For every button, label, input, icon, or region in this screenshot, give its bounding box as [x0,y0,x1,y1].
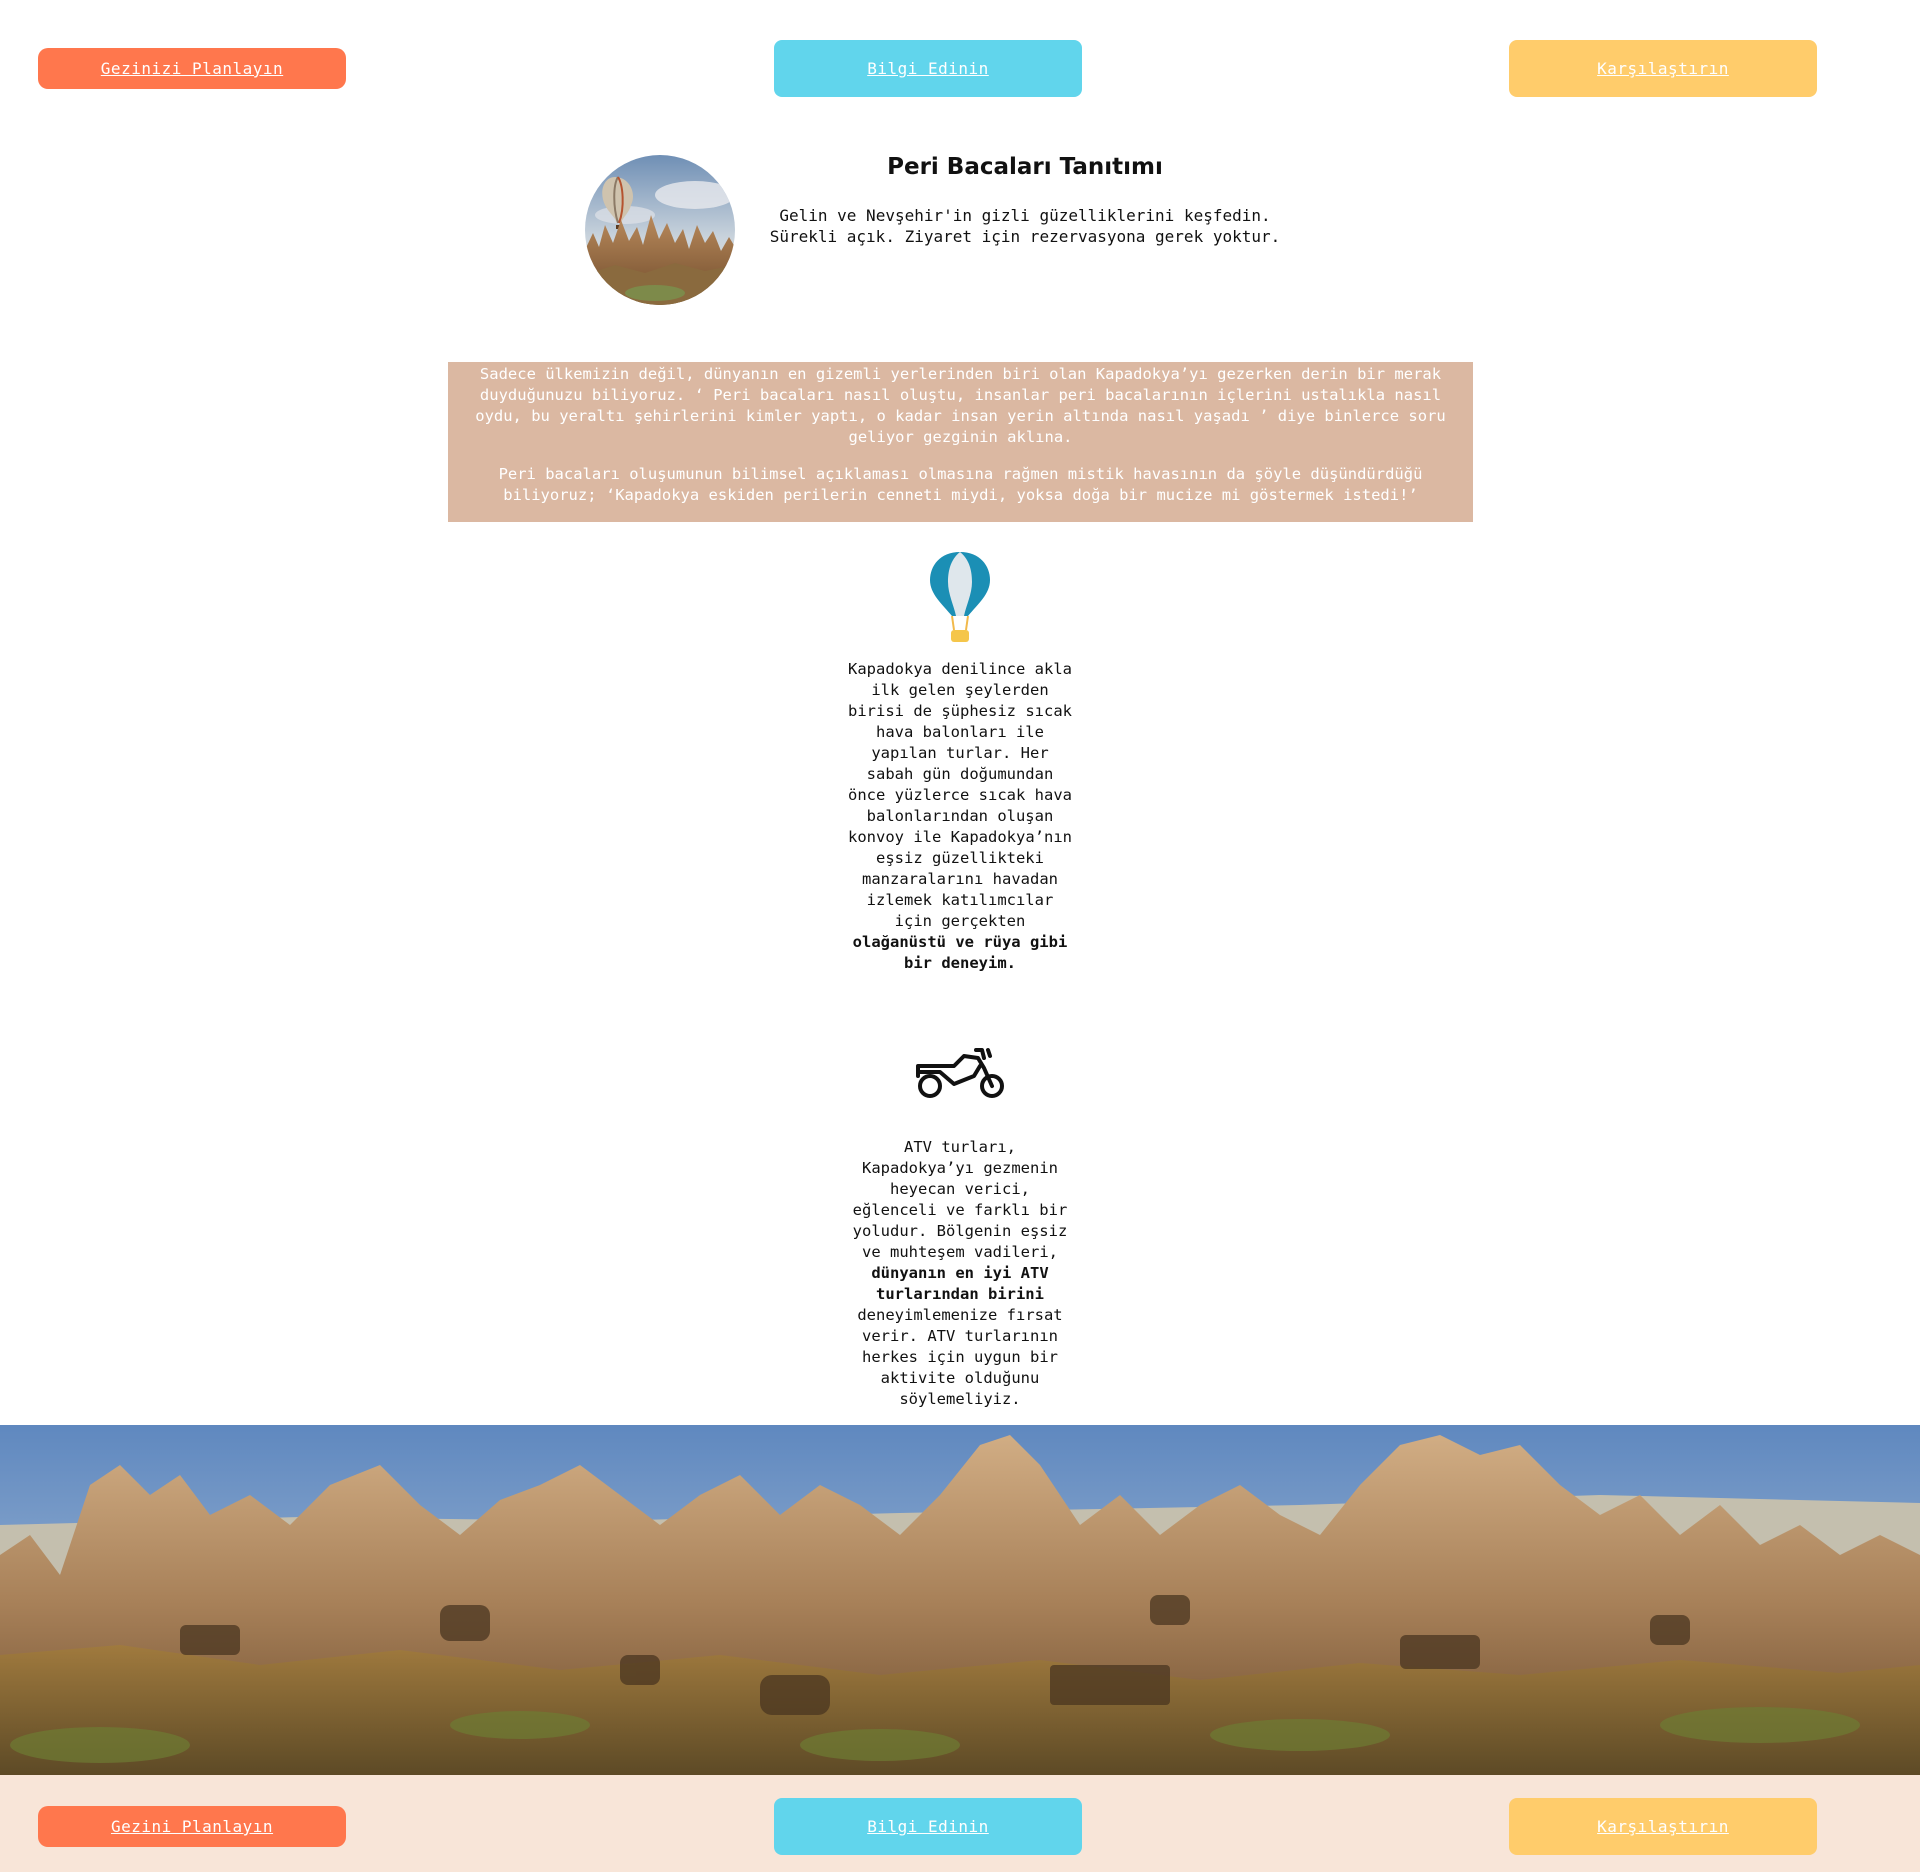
hero-image [585,155,735,305]
balloon-feature-highlight: olağanüstü ve rüya gibi bir deneyim. [852,933,1068,972]
intro-section: Sadece ülkemizin değil, dünyanın en gize… [448,362,1473,522]
footer-compare-button-label: Karşılaştırın [1597,1817,1729,1836]
atv-feature-highlight: dünyanın en iyi ATV turlarından birini [871,1264,1049,1303]
learn-more-button[interactable]: Bilgi Edinin [774,40,1082,97]
intro-paragraph-1: Sadece ülkemizin değil, dünyanın en gize… [475,365,1446,446]
hero-subtitle-line1: Gelin ve Nevşehir'in gizli güzelliklerin… [779,206,1271,225]
fairy-chimneys-panorama [0,1425,1920,1775]
hot-air-balloon-icon [928,550,992,648]
plan-trip-button[interactable]: Gezinizi Planlayın [38,48,346,89]
footer: Gezini Planlayın Bilgi Edinin Karşılaştı… [0,1775,1920,1872]
plan-trip-button-label: Gezinizi Planlayın [100,59,284,78]
balloon-feature-text: Kapadokya denilince akla ilk gelen şeyle… [845,659,1075,974]
footer-plan-trip-button-label: Gezini Planlayın [110,1817,274,1836]
compare-button-label: Karşılaştırın [1597,59,1729,78]
cappadocia-balloon-photo [585,155,735,305]
footer-learn-more-button-label: Bilgi Edinin [867,1817,989,1836]
footer-plan-trip-button[interactable]: Gezini Planlayın [38,1806,346,1847]
fairy-chimneys-banner [0,1425,1920,1775]
hero-subtitle-line2: Sürekli açık. Ziyaret için rezervasyona … [769,227,1281,246]
atv-feature-body-1: ATV turları, Kapadokya’yı gezmenin heyec… [852,1138,1068,1261]
atv-feature-body-2: deneyimlemenize fırsat verir. ATV turlar… [857,1306,1063,1408]
footer-compare-button[interactable]: Karşılaştırın [1509,1798,1817,1855]
page-title: Peri Bacaları Tanıtımı [887,154,1163,180]
balloon-feature-body: Kapadokya denilince akla ilk gelen şeyle… [848,660,1072,930]
footer-learn-more-button[interactable]: Bilgi Edinin [774,1798,1082,1855]
hero-subtitle: Gelin ve Nevşehir'in gizli güzelliklerin… [740,205,1310,247]
learn-more-button-label: Bilgi Edinin [867,59,989,78]
motorcycle-icon [914,1046,1006,1106]
atv-feature-text: ATV turları, Kapadokya’yı gezmenin heyec… [845,1137,1075,1410]
intro-paragraph-2: Peri bacaları oluşumunun bilimsel açıkla… [498,465,1423,504]
compare-button[interactable]: Karşılaştırın [1509,40,1817,97]
